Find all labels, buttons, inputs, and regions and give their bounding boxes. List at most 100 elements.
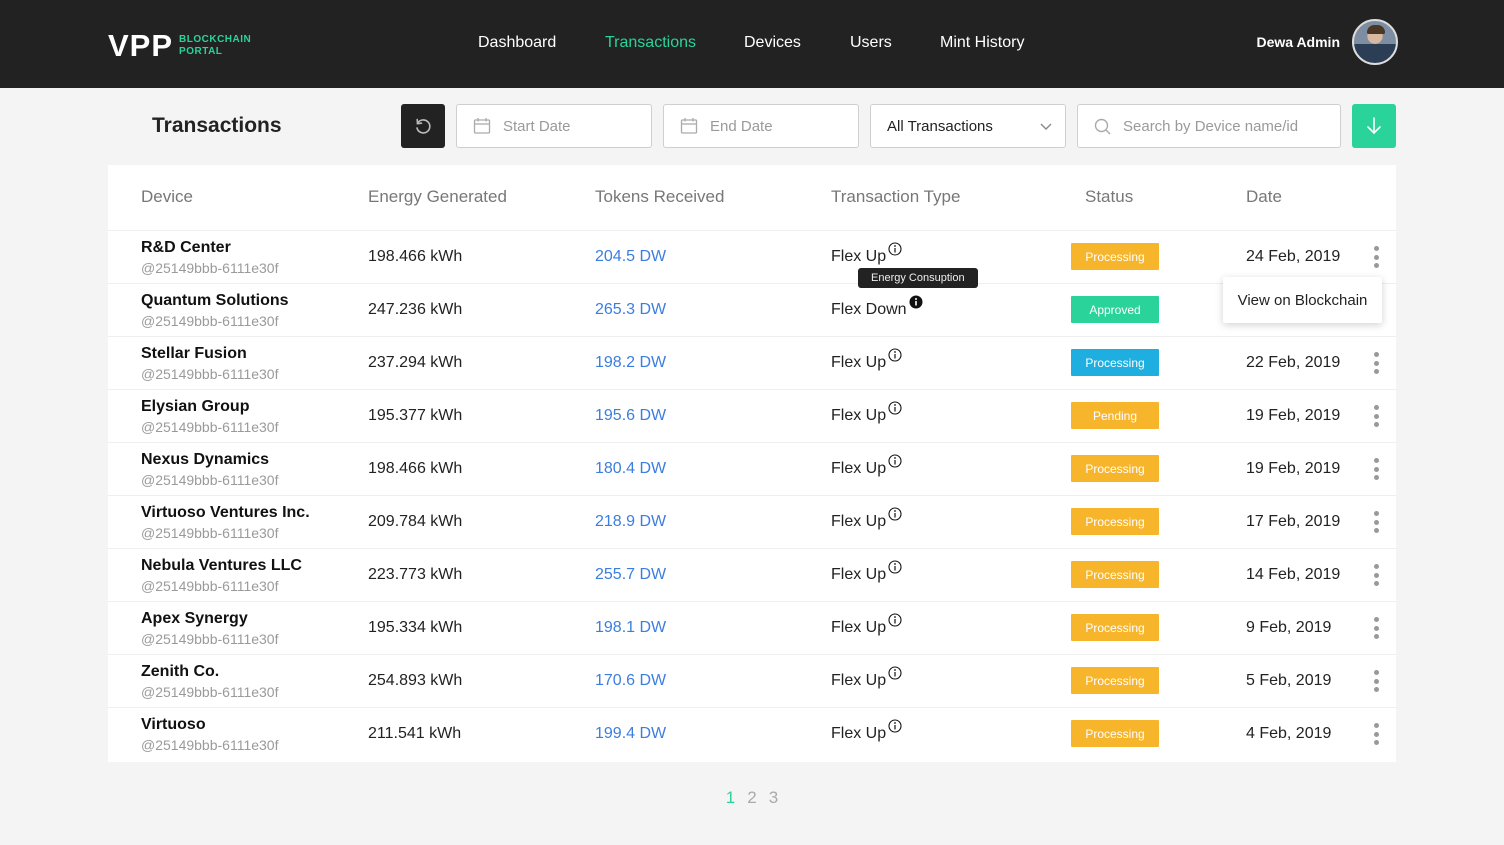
more-options-icon[interactable] (1370, 564, 1382, 586)
device-name: Virtuoso Ventures Inc. (141, 504, 310, 521)
chevron-down-icon (1040, 123, 1052, 130)
more-options-icon[interactable] (1370, 246, 1382, 268)
status-badge: Pending (1071, 402, 1159, 429)
energy-generated: 209.784 kWh (368, 513, 463, 530)
more-options-icon[interactable] (1370, 511, 1382, 533)
device-id: @25149bbb-6111e30f (141, 525, 279, 541)
info-icon[interactable] (909, 295, 923, 309)
energy-generated: 247.236 kWh (368, 301, 463, 318)
header-energy: Energy Generated (368, 187, 507, 206)
info-icon[interactable] (888, 242, 902, 256)
transaction-type-select[interactable]: All Transactions (870, 104, 1066, 148)
tokens-received-link[interactable]: 170.6 DW (595, 672, 666, 690)
status-badge: Processing (1071, 243, 1159, 270)
transaction-type: Flex Up (831, 348, 902, 372)
top-bar: VPP BLOCKCHAIN PORTAL Dashboard Transact… (0, 0, 1504, 88)
table-row[interactable]: Elysian Group @25149bbb-6111e30f 195.377 k… (108, 389, 1396, 442)
device-id: @25149bbb-6111e30f (141, 737, 279, 753)
device-id: @25149bbb-6111e30f (141, 313, 279, 329)
transaction-date: 14 Feb, 2019 (1246, 566, 1341, 583)
table-row[interactable]: Virtuoso Ventures Inc. @25149bbb-6111e30f… (108, 495, 1396, 548)
header-tokens: Tokens Received (595, 187, 725, 206)
info-icon[interactable] (888, 613, 902, 627)
tooltip: Energy Consuption (858, 268, 978, 288)
start-date-field[interactable]: Start Date (456, 104, 652, 148)
transaction-type: Flex Down (831, 295, 923, 319)
device-name: R&D Center (141, 239, 231, 256)
transaction-type: Flex Up (831, 719, 902, 743)
transaction-type: Flex Up (831, 507, 902, 531)
download-button[interactable] (1352, 104, 1396, 148)
nav-users[interactable]: Users (850, 34, 892, 52)
nav-transactions[interactable]: Transactions (605, 34, 696, 52)
transaction-type: Flex Up (831, 560, 902, 584)
table-row[interactable]: Nexus Dynamics @25149bbb-6111e30f 198.466 … (108, 442, 1396, 495)
transaction-date: 9 Feb, 2019 (1246, 619, 1332, 636)
nav-mint-history[interactable]: Mint History (940, 34, 1024, 52)
tokens-received-link[interactable]: 195.6 DW (595, 407, 666, 425)
status-badge: Approved (1071, 296, 1159, 323)
logo[interactable]: VPP BLOCKCHAIN PORTAL (108, 28, 251, 64)
tokens-received-link[interactable]: 218.9 DW (595, 513, 666, 531)
table-row[interactable]: Nebula Ventures LLC @25149bbb-6111e30f 223… (108, 548, 1396, 601)
tokens-received-link[interactable]: 198.2 DW (595, 354, 666, 372)
table-row[interactable]: Stellar Fusion @25149bbb-6111e30f 237.294 … (108, 336, 1396, 389)
tokens-received-link[interactable]: 255.7 DW (595, 566, 666, 584)
info-icon[interactable] (888, 454, 902, 468)
energy-generated: 195.334 kWh (368, 619, 463, 636)
device-name: Nexus Dynamics (141, 451, 270, 468)
more-options-icon[interactable] (1370, 458, 1382, 480)
user-menu[interactable]: Dewa Admin (1257, 19, 1398, 65)
header-type: Transaction Type (831, 187, 961, 206)
table-row[interactable]: Zenith Co. @25149bbb-6111e30f 254.893 kWh 1… (108, 654, 1396, 707)
refresh-button[interactable] (401, 104, 445, 148)
tokens-received-link[interactable]: 265.3 DW (595, 301, 666, 319)
table-row[interactable]: Quantum Solutions @25149bbb-6111e30f 247.2… (108, 283, 1396, 336)
page-1-button[interactable]: 1 (726, 788, 735, 808)
table-row[interactable]: Virtuoso @25149bbb-6111e30f 211.541 kWh 199… (108, 707, 1396, 760)
table-row[interactable]: R&D Center @25149bbb-6111e30f 198.466 kWh 2… (108, 230, 1396, 283)
refresh-icon (416, 118, 431, 134)
nav-dashboard[interactable]: Dashboard (478, 34, 556, 52)
page-3-button[interactable]: 3 (769, 788, 778, 808)
tokens-received-link[interactable]: 180.4 DW (595, 460, 666, 478)
nav-devices[interactable]: Devices (744, 34, 801, 52)
view-on-blockchain-menu-item[interactable]: View on Blockchain (1223, 277, 1382, 323)
search-input[interactable]: Search by Device name/id (1077, 104, 1341, 148)
transactions-table: Device Energy Generated Tokens Received … (108, 165, 1396, 762)
transaction-type: Flex Up (831, 454, 902, 478)
end-date-placeholder: End Date (710, 117, 773, 135)
tokens-received-link[interactable]: 198.1 DW (595, 619, 666, 637)
device-id: @25149bbb-6111e30f (141, 578, 279, 594)
header-date: Date (1246, 187, 1282, 206)
status-badge: Processing (1071, 349, 1159, 376)
info-icon[interactable] (888, 719, 902, 733)
more-options-icon[interactable] (1370, 405, 1382, 427)
energy-generated: 198.466 kWh (368, 248, 463, 265)
device-id: @25149bbb-6111e30f (141, 366, 279, 382)
info-icon[interactable] (888, 348, 902, 362)
more-options-icon[interactable] (1370, 617, 1382, 639)
status-badge: Processing (1071, 667, 1159, 694)
start-date-placeholder: Start Date (503, 117, 571, 135)
table-row[interactable]: Apex Synergy @25149bbb-6111e30f 195.334 kW… (108, 601, 1396, 654)
transaction-date: 22 Feb, 2019 (1246, 354, 1341, 371)
info-icon[interactable] (888, 401, 902, 415)
info-icon[interactable] (888, 666, 902, 680)
info-icon[interactable] (888, 507, 902, 521)
status-badge: Processing (1071, 614, 1159, 641)
end-date-field[interactable]: End Date (663, 104, 859, 148)
avatar[interactable] (1352, 19, 1398, 65)
search-placeholder: Search by Device name/id (1123, 117, 1299, 135)
more-options-icon[interactable] (1370, 670, 1382, 692)
pagination: 123 (0, 788, 1504, 808)
page-2-button[interactable]: 2 (747, 788, 756, 808)
more-options-icon[interactable] (1370, 352, 1382, 374)
transaction-type: Flex Up (831, 613, 902, 637)
tokens-received-link[interactable]: 204.5 DW (595, 248, 666, 266)
device-name: Virtuoso (141, 716, 206, 733)
tokens-received-link[interactable]: 199.4 DW (595, 725, 666, 743)
info-icon[interactable] (888, 560, 902, 574)
energy-generated: 254.893 kWh (368, 672, 463, 689)
more-options-icon[interactable] (1370, 723, 1382, 745)
